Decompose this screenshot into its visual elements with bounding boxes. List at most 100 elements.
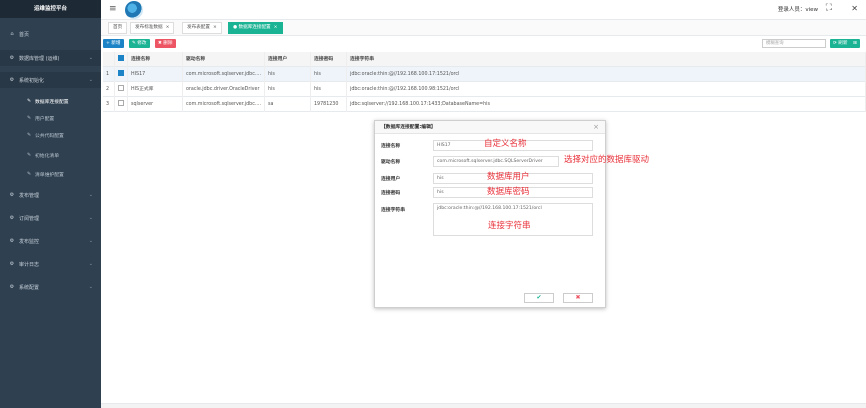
row-checkbox[interactable]	[118, 85, 124, 91]
annotation-user: 数据库用户	[487, 172, 530, 182]
sidebar-item-label: 系统初始化	[19, 77, 45, 84]
sidebar-sub-list-maint[interactable]: ✎ 清单维护配置	[0, 167, 101, 181]
row-number: 3	[103, 97, 115, 112]
chevron-down-icon: ⌄	[88, 77, 93, 83]
table-row[interactable]: 1 HIS17 com.microsoft.sqlserver.jdbc....…	[103, 67, 866, 82]
select-all-checkbox[interactable]	[118, 55, 124, 61]
gear-icon: ⚙	[9, 215, 15, 221]
sidebar-item-monitor[interactable]: ⚙ 发布监控 ⌄	[0, 233, 101, 249]
cell-conn: jdbc:oracle:thin:@//192.168.100.17:1521/…	[347, 67, 866, 82]
cell-driver: oracle.jdbc.driver.OracleDriver	[183, 82, 265, 97]
menu-toggle-icon[interactable]: ≡	[109, 4, 117, 14]
row-checkbox-cell[interactable]	[115, 67, 128, 82]
chevron-down-icon: ⌄	[88, 215, 93, 221]
sidebar-item-audit[interactable]: ⚙ 审计日志 ⌄	[0, 256, 101, 272]
sidebar-item-label: 首页	[19, 31, 30, 38]
sidebar-item-label: 发布监控	[19, 238, 40, 245]
ok-button[interactable]: ✔	[524, 293, 554, 303]
tab-home[interactable]: 首页	[108, 22, 128, 34]
table-row[interactable]: 3 sqlserver com.microsoft.sqlserver.jdbc…	[103, 97, 866, 112]
chevron-down-icon: ⌄	[88, 261, 93, 267]
tab-publish-standard[interactable]: 发布标准数据 ×	[130, 22, 175, 34]
row-number: 2	[103, 82, 115, 97]
tools-icon: ✎	[26, 98, 32, 104]
sidebar-item-subscribe[interactable]: ⚙ 订阅管理 ⌄	[0, 210, 101, 226]
chevron-down-icon: ⌄	[88, 238, 93, 244]
delete-button[interactable]: ✖ 删除	[155, 39, 176, 48]
cell-driver: com.microsoft.sqlserver.jdbc....	[183, 97, 265, 112]
sidebar-sub-db-conn[interactable]: ✎ 数据库连接配置	[0, 94, 101, 108]
tab-label: 首页	[113, 25, 123, 30]
sidebar-item-label: 系统配置	[19, 284, 40, 291]
close-icon[interactable]: ✕	[851, 4, 858, 13]
cell-user: his	[265, 82, 311, 97]
cell-password: his	[311, 67, 347, 82]
add-button[interactable]: + 新增	[103, 39, 124, 48]
close-icon[interactable]: ×	[593, 123, 599, 131]
row-checkbox-cell[interactable]	[115, 82, 128, 97]
cell-driver: com.microsoft.sqlserver.jdbc....	[183, 67, 265, 82]
cell-user: his	[265, 67, 311, 82]
columns-button[interactable]: ⊞	[850, 39, 860, 48]
footer-bar	[101, 403, 866, 408]
refresh-button[interactable]: ⟳ 刷新	[830, 39, 851, 48]
sidebar-sub-label: 初始化清单	[35, 153, 59, 159]
gear-icon: ⚙	[9, 284, 15, 290]
sidebar-sub-user[interactable]: ✎ 用户配置	[0, 111, 101, 125]
sidebar-sub-code[interactable]: ✎ 公共代码配置	[0, 128, 101, 142]
field-label-conn: 连接字符串	[381, 208, 405, 213]
table-row[interactable]: 2 HIS正式库 oracle.jdbc.driver.OracleDriver…	[103, 82, 866, 97]
sidebar-item-label: 审计日志	[19, 261, 40, 268]
sidebar-item-publish[interactable]: ⚙ 发布管理 ⌄	[0, 187, 101, 203]
column-header[interactable]: 驱动名称	[183, 52, 265, 67]
dot-icon: ●	[233, 25, 238, 30]
cell-name: HIS正式库	[128, 82, 183, 97]
field-label-password: 连接密码	[381, 191, 401, 196]
sidebar-item-label: 订阅管理	[19, 215, 40, 222]
close-icon[interactable]: ×	[274, 25, 278, 30]
gear-icon: ⚙	[9, 238, 15, 244]
cell-conn: jdbc:sqlserver://192.168.100.17:1433;Dat…	[347, 97, 866, 112]
column-header[interactable]: 连接密码	[311, 52, 347, 67]
logo	[125, 1, 143, 19]
cancel-button[interactable]: ✖	[563, 293, 593, 303]
tab-db-conn[interactable]: ● 数据库连接配置 ×	[228, 22, 283, 34]
sidebar-item-db-admin[interactable]: ⚙ 数据库管理 (运维) ⌄	[0, 50, 101, 66]
close-circle-icon: ✖	[575, 294, 581, 301]
gear-icon: ⚙	[9, 77, 15, 83]
chevron-down-icon: ⌄	[88, 284, 93, 290]
driver-select[interactable]: com.microsoft.sqlserver.jdbc.SQLServerDr…	[433, 156, 559, 167]
edit-dialog: 【数据库连接配置:编辑】 × 连接名称 HIS17 自定义名称 驱动名称 com…	[374, 120, 649, 308]
cell-name: HIS17	[128, 67, 183, 82]
sidebar-sub-label: 公共代码配置	[35, 133, 64, 139]
row-checkbox-cell[interactable]	[115, 97, 128, 112]
sidebar-item-config[interactable]: ⚙ 系统配置 ⌄	[0, 279, 101, 295]
check-icon: ✔	[536, 294, 542, 301]
tools-icon: ✎	[26, 152, 32, 158]
header-checkbox-cell[interactable]	[115, 52, 128, 67]
column-header[interactable]: 连接用户	[265, 52, 311, 67]
row-number: 1	[103, 67, 115, 82]
column-header[interactable]: 连接名称	[128, 52, 183, 67]
tab-publish-table[interactable]: 发布表配置 ×	[182, 22, 222, 34]
column-header[interactable]: 连接字符串	[347, 52, 866, 67]
login-user-label: 登录人员：view	[777, 7, 818, 13]
annotation-password: 数据库密码	[487, 187, 530, 197]
tab-label: 发布标准数据	[135, 25, 163, 30]
sidebar-sub-label: 用户配置	[35, 116, 55, 122]
field-label-driver: 驱动名称	[381, 160, 401, 165]
search-input[interactable]: 模糊查询	[762, 39, 826, 48]
sidebar-sub-init-list[interactable]: ✎ 初始化清单	[0, 148, 101, 162]
row-checkbox[interactable]	[118, 70, 124, 76]
edit-button[interactable]: ✎ 修改	[129, 39, 150, 48]
sidebar-item-system-init[interactable]: ⚙ 系统初始化 ⌄	[0, 72, 101, 88]
close-icon[interactable]: ×	[213, 25, 217, 30]
cell-password: his	[311, 82, 347, 97]
sidebar-item-home[interactable]: ⌂ 首页	[0, 26, 101, 42]
tab-label: 发布表配置	[187, 25, 210, 30]
close-icon[interactable]: ×	[166, 25, 170, 30]
dialog-title: 【数据库连接配置:编辑】	[375, 121, 605, 134]
row-checkbox[interactable]	[118, 100, 124, 106]
fullscreen-icon[interactable]: ⛶	[826, 3, 832, 13]
chevron-down-icon: ⌄	[88, 192, 93, 198]
